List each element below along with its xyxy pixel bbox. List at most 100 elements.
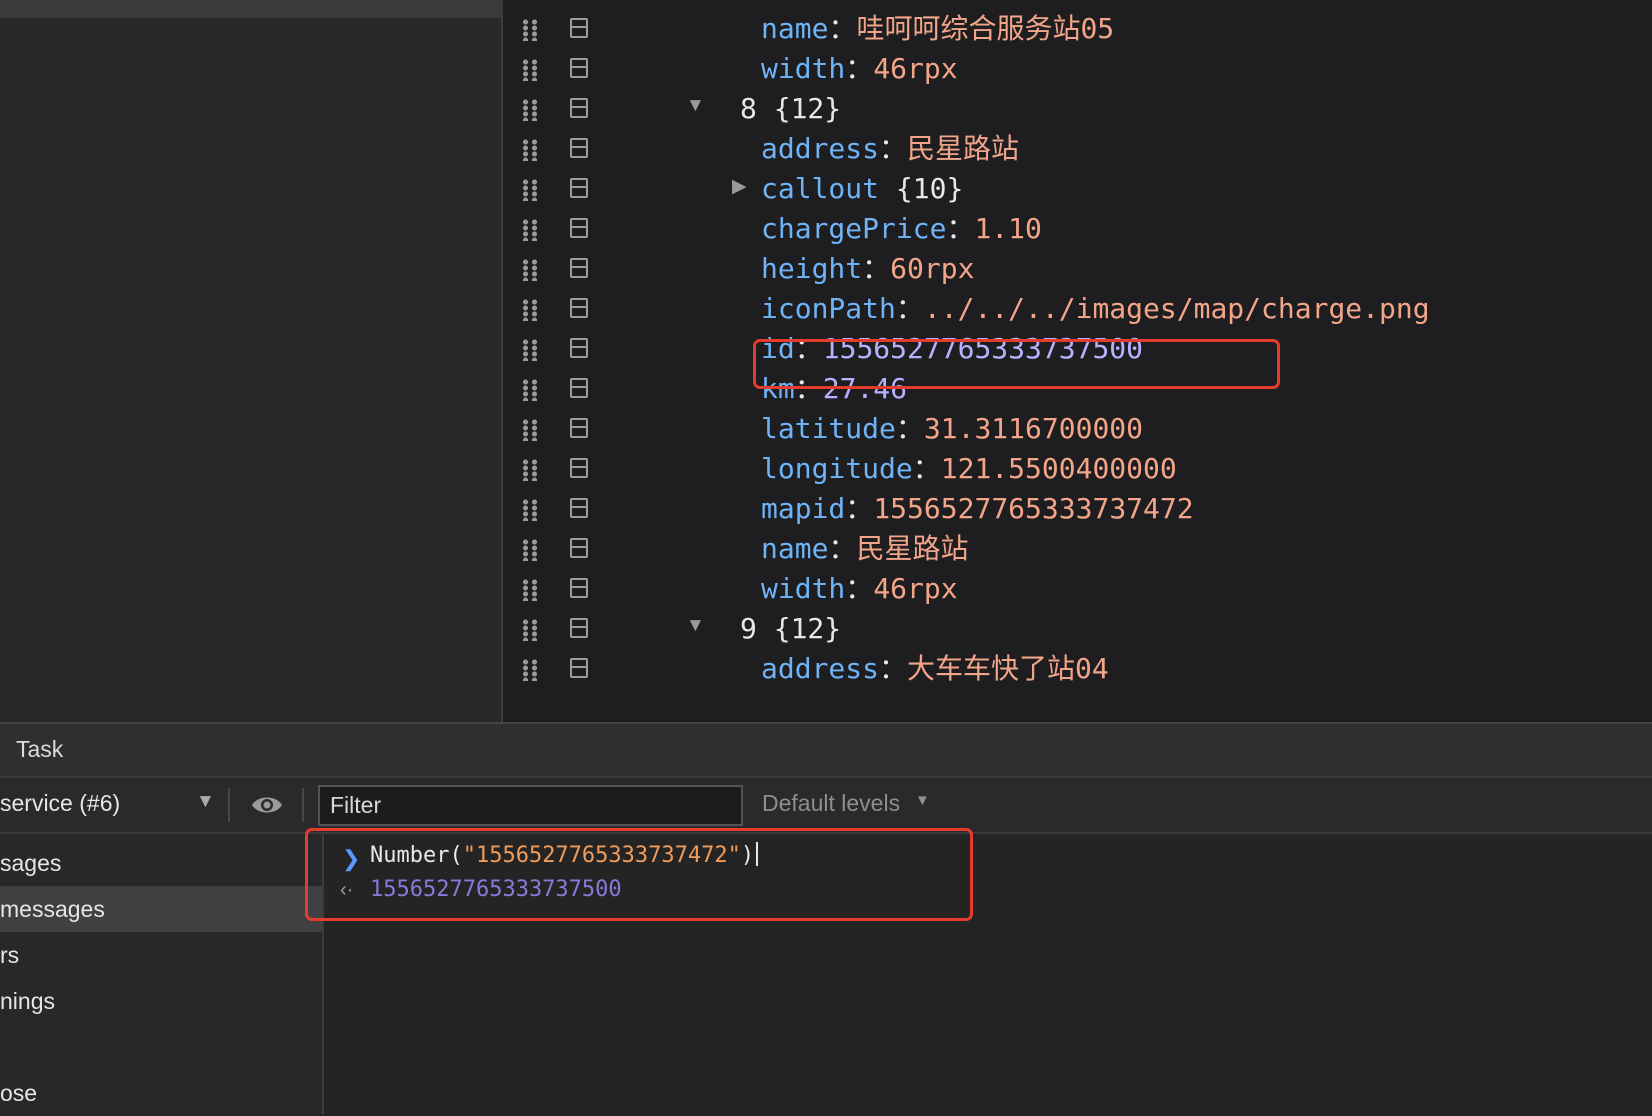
- log-levels-dropdown[interactable]: Default levels: [762, 790, 900, 817]
- sidebar-item[interactable]: sages: [0, 840, 322, 886]
- sidebar-item[interactable]: rs: [0, 932, 322, 978]
- row-expand-icon[interactable]: [570, 618, 588, 638]
- property-value: 1556527765333737472: [873, 492, 1194, 525]
- row-expand-icon[interactable]: [570, 538, 588, 558]
- eye-icon[interactable]: [250, 792, 284, 818]
- drag-handle-icon[interactable]: [521, 379, 539, 401]
- property-key: height: [761, 252, 863, 285]
- row-expand-icon[interactable]: [570, 578, 588, 598]
- row-expand-icon[interactable]: [570, 338, 588, 358]
- tree-row[interactable]: name：哇呵呵综合服务站05: [503, 8, 1652, 50]
- row-expand-icon[interactable]: [570, 138, 588, 158]
- drag-handle-icon[interactable]: [521, 539, 539, 561]
- key-value-separator: ：: [845, 52, 874, 85]
- row-expand-icon[interactable]: [570, 658, 588, 678]
- sidebar-item[interactable]: ose: [0, 1070, 322, 1116]
- sidebar-item[interactable]: [0, 1024, 322, 1070]
- property-value: {12}: [773, 92, 842, 125]
- key-value-separator: ：: [912, 452, 941, 485]
- collapse-triangle-icon[interactable]: ▼: [686, 95, 705, 117]
- tree-row[interactable]: ▶ callout {10}: [503, 168, 1652, 210]
- row-expand-icon[interactable]: [570, 298, 588, 318]
- drag-handle-icon[interactable]: [521, 339, 539, 361]
- tree-row[interactable]: address：大车车快了站04: [503, 648, 1652, 690]
- property-key: 9: [740, 612, 757, 645]
- row-expand-icon[interactable]: [570, 458, 588, 478]
- sidebar-item[interactable]: nings: [0, 978, 322, 1024]
- property-key: width: [761, 572, 846, 605]
- row-expand-icon[interactable]: [570, 58, 588, 78]
- tree-entry: mapid：1556527765333737472: [761, 488, 1194, 530]
- property-key: iconPath: [761, 292, 896, 325]
- tree-row[interactable]: iconPath：../../../images/map/charge.png: [503, 288, 1652, 330]
- drag-handle-icon[interactable]: [521, 659, 539, 681]
- property-value: 46rpx: [873, 572, 958, 605]
- tree-row[interactable]: height：60rpx: [503, 248, 1652, 290]
- property-value: 46rpx: [873, 52, 958, 85]
- tree-entry: callout {10}: [761, 168, 963, 210]
- tree-row[interactable]: address：民星路站: [503, 128, 1652, 170]
- drag-handle-icon[interactable]: [521, 139, 539, 161]
- tree-entry: 9 {12}: [740, 608, 841, 650]
- drag-handle-icon[interactable]: [521, 219, 539, 241]
- filter-input[interactable]: [318, 785, 743, 826]
- row-expand-icon[interactable]: [570, 418, 588, 438]
- row-expand-icon[interactable]: [570, 18, 588, 38]
- tree-entry: latitude：31.3116700000: [761, 408, 1143, 450]
- key-value-separator: ：: [828, 532, 857, 565]
- drag-handle-icon[interactable]: [521, 419, 539, 441]
- tree-entry: address：民星路站: [761, 128, 1019, 170]
- levels-dropdown-arrow-icon[interactable]: ▼: [915, 792, 930, 809]
- key-value-separator: ：: [845, 572, 874, 605]
- collapse-triangle-icon[interactable]: ▼: [686, 615, 705, 637]
- property-key: chargePrice: [761, 212, 947, 245]
- tree-row[interactable]: ▼ 9 {12}: [503, 608, 1652, 650]
- id-highlight-box: [753, 339, 1280, 389]
- property-value: 大车车快了站04: [907, 652, 1109, 685]
- left-pane-header-strip: [0, 0, 501, 18]
- drag-handle-icon[interactable]: [521, 299, 539, 321]
- drag-handle-icon[interactable]: [521, 19, 539, 41]
- property-value: 民星路站: [856, 532, 969, 565]
- key-value-separator: ：: [879, 132, 908, 165]
- drag-handle-icon[interactable]: [521, 499, 539, 521]
- tree-row[interactable]: ▼ 8 {12}: [503, 88, 1652, 130]
- row-expand-icon[interactable]: [570, 498, 588, 518]
- drag-handle-icon[interactable]: [521, 459, 539, 481]
- tree-row[interactable]: width：46rpx: [503, 48, 1652, 90]
- toolbar-divider: [302, 788, 304, 822]
- key-value-separator: ：: [879, 652, 908, 685]
- tree-entry: address：大车车快了站04: [761, 648, 1109, 690]
- drag-handle-icon[interactable]: [521, 619, 539, 641]
- row-expand-icon[interactable]: [570, 98, 588, 118]
- drag-handle-icon[interactable]: [521, 99, 539, 121]
- row-expand-icon[interactable]: [570, 178, 588, 198]
- key-value-separator: ：: [828, 12, 857, 45]
- task-tab[interactable]: Task: [16, 736, 63, 763]
- sidebar-item[interactable]: messages: [0, 886, 322, 932]
- expand-triangle-icon[interactable]: ▶: [732, 175, 747, 198]
- context-selector[interactable]: service (#6): [0, 790, 120, 817]
- console-toolbar: service (#6) ▼ Default levels ▼: [0, 778, 1652, 834]
- property-key: mapid: [761, 492, 846, 525]
- property-key: latitude: [761, 412, 896, 445]
- tree-row[interactable]: latitude：31.3116700000: [503, 408, 1652, 450]
- console-sidebar: sages messages rs nings ose: [0, 834, 324, 1114]
- tree-row[interactable]: longitude：121.5500400000: [503, 448, 1652, 490]
- drag-handle-icon[interactable]: [521, 179, 539, 201]
- row-expand-icon[interactable]: [570, 218, 588, 238]
- row-expand-icon[interactable]: [570, 378, 588, 398]
- tree-row[interactable]: mapid：1556527765333737472: [503, 488, 1652, 530]
- tree-entry: name：哇呵呵综合服务站05: [761, 8, 1114, 50]
- row-expand-icon[interactable]: [570, 258, 588, 278]
- tree-row[interactable]: name：民星路站: [503, 528, 1652, 570]
- drag-handle-icon[interactable]: [521, 579, 539, 601]
- tree-row[interactable]: width：46rpx: [503, 568, 1652, 610]
- tree-row[interactable]: chargePrice：1.10: [503, 208, 1652, 250]
- dropdown-arrow-icon[interactable]: ▼: [196, 791, 215, 813]
- key-value-separator: ：: [946, 212, 975, 245]
- property-key: name: [761, 532, 829, 565]
- drag-handle-icon[interactable]: [521, 59, 539, 81]
- drag-handle-icon[interactable]: [521, 259, 539, 281]
- property-value: 民星路站: [907, 132, 1020, 165]
